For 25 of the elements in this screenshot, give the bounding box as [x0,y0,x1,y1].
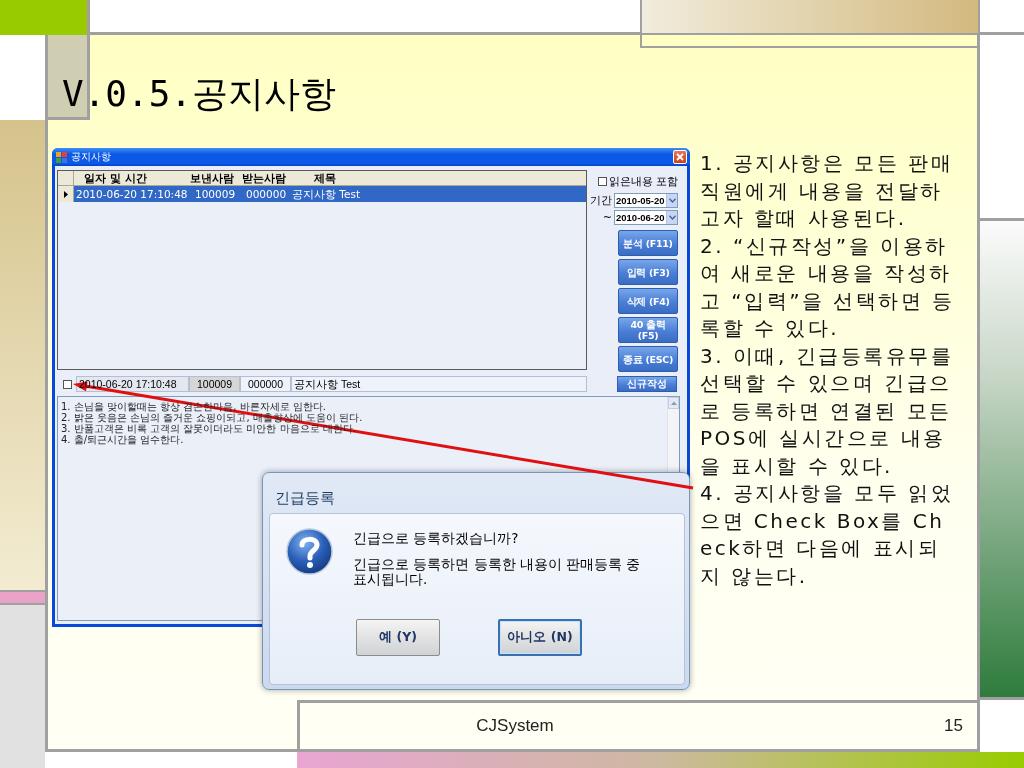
column-header: 일자 및 시간 [83,171,148,185]
table-cell-text: 000000 [245,187,286,202]
checkbox-label: 읽은내용 포함 [608,174,678,189]
footer-text: CJSystem [475,716,555,736]
page-number: 15 [944,716,964,736]
column-header: 보낸사람 [189,171,235,185]
body-line: 4. 출/퇴근시간을 엄수한다. [61,434,184,445]
column-header: 제목 [313,171,337,185]
note-paragraph: 3. 이때, 긴급등록유무를 선택할 수 있으며 긴급으로 등록하면 연결된 모든 POS에 실시간으로 내용을 표시할 수 있다. [700,342,955,480]
note-paragraph: 2. “신규작성”을 이용하여 새로운 내용을 작성하고 “입력”을 선택하면 등록할 수 있다. [700,232,956,342]
note-paragraph: 1. 공지사항은 모든 판매직원에게 내용을 전달하고자 할때 사용된다. [700,150,955,232]
dialog-question: 긴급으로 등록하겠습니까? [353,530,519,546]
date-value: 2010-05-20 [616,195,665,206]
window-title: 공지사항 [71,150,111,164]
period-label: 기간 [590,193,612,208]
dialog-message: 긴급으로 등록하면 등록한 내용이 판매등록 중 표시됩니다. [353,557,642,587]
table-cell-text: 2010-06-20 17:10:48 [75,187,186,202]
column-header: 받는사람 [241,171,286,185]
date-value: 2010-06-20 [616,212,665,223]
slide-title: V.0.5.공지사항 [62,72,337,116]
dialog-title: 긴급등록 [274,488,335,509]
table-cell-text: 100009 [194,187,236,202]
range-separator: ~ [602,211,612,224]
table-cell-text: 공지사항 Test [291,187,361,202]
note-paragraph: 4. 공지사항을 모두 읽었으면 Check Box를 Check하면 다음에 표시되지 않는다. [700,480,955,590]
